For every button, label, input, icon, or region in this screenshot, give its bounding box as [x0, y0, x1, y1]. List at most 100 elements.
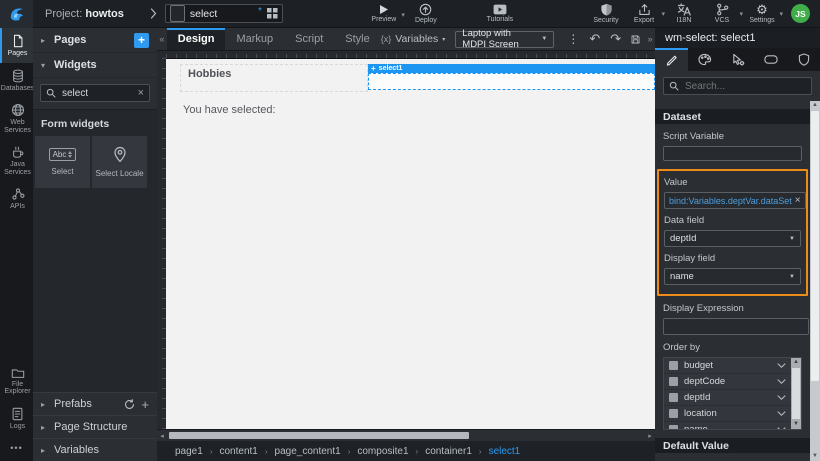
sidebar-item-file-explorer[interactable]: File Explorer: [0, 361, 33, 401]
display-expression-input[interactable]: [668, 320, 804, 333]
export-button[interactable]: Export ▾: [629, 3, 659, 24]
breadcrumb-separator: ›: [479, 447, 482, 456]
breadcrumb-content1[interactable]: content1: [219, 446, 257, 457]
scroll-down-icon[interactable]: ▼: [812, 452, 818, 461]
grid-icon[interactable]: [267, 8, 278, 19]
breadcrumb-composite1[interactable]: composite1: [357, 446, 408, 457]
data-field-select[interactable]: deptId ▼: [664, 230, 801, 247]
checkbox[interactable]: [669, 377, 678, 386]
scroll-left-icon[interactable]: ◂: [157, 432, 167, 440]
chevron-down-icon[interactable]: [777, 395, 786, 401]
design-canvas[interactable]: Hobbies + select1 You have selected:: [166, 58, 655, 429]
breadcrumb-container1[interactable]: container1: [425, 446, 472, 457]
chevron-down-icon[interactable]: [777, 411, 786, 417]
refresh-icon[interactable]: [124, 399, 135, 410]
collapse-left-panel-icon[interactable]: «: [157, 34, 167, 44]
sidebar-item-web-services[interactable]: Web Services: [0, 97, 33, 139]
page-structure-section-header[interactable]: ▸ Page Structure: [33, 415, 157, 438]
scrollbar-thumb[interactable]: [811, 111, 819, 381]
checkbox[interactable]: [669, 425, 678, 430]
tab-properties[interactable]: [655, 48, 688, 71]
widget-card-select-locale[interactable]: Select Locale: [92, 136, 147, 188]
order-by-option-deptcode[interactable]: deptCode: [664, 374, 791, 390]
scrollbar-thumb[interactable]: [169, 432, 469, 439]
breadcrumb-select1[interactable]: select1: [489, 446, 521, 457]
scroll-right-icon[interactable]: ▸: [645, 432, 655, 440]
tab-styles[interactable]: [688, 48, 721, 71]
sidebar-item-logs[interactable]: Logs: [0, 401, 33, 436]
scrollbar-thumb[interactable]: [792, 368, 800, 419]
display-field-select[interactable]: name ▼: [664, 268, 801, 285]
dropdown-arrow-icon: ▼: [789, 236, 795, 242]
prefabs-section-header[interactable]: ▸ Prefabs +: [33, 392, 157, 415]
app-logo[interactable]: [0, 0, 33, 28]
tab-security-props[interactable]: [787, 48, 820, 71]
vcs-button[interactable]: VCS ▾: [707, 3, 737, 24]
checkbox[interactable]: [669, 409, 678, 418]
sidebar-item-java-services[interactable]: Java Services: [0, 139, 33, 181]
redo-icon[interactable]: ↷: [610, 31, 621, 47]
select1-input[interactable]: [368, 73, 655, 90]
page-tab-select[interactable]: select *: [165, 4, 283, 23]
add-prefab-icon[interactable]: +: [141, 397, 149, 412]
order-by-option-name[interactable]: name: [664, 422, 791, 430]
widget-breadcrumb: page1 › content1 › page_content1 › compo…: [157, 441, 655, 461]
chevron-down-icon[interactable]: [777, 363, 786, 369]
variables-dropdown[interactable]: {x} Variables ▾: [381, 33, 446, 45]
pages-section-header[interactable]: ▸ Pages +: [33, 28, 157, 53]
canvas-horizontal-scrollbar[interactable]: ◂ ▸: [157, 429, 655, 441]
tab-script[interactable]: Script: [284, 28, 334, 50]
breadcrumb-page1[interactable]: page1: [175, 446, 203, 457]
value-field[interactable]: bind:Variables.deptVar.dataSet ×: [664, 192, 806, 209]
sidebar-item-pages[interactable]: Pages: [0, 28, 33, 63]
collapse-right-panel-icon[interactable]: »: [645, 34, 655, 44]
more-options-icon[interactable]: •••: [0, 435, 33, 461]
tab-events[interactable]: [721, 48, 754, 71]
i18n-button[interactable]: I18N: [669, 3, 699, 24]
scroll-up-icon[interactable]: ▲: [793, 358, 799, 367]
checkbox[interactable]: [669, 393, 678, 402]
more-actions-icon[interactable]: ⋮: [567, 32, 579, 46]
tab-style[interactable]: Style: [334, 28, 380, 50]
order-by-option-budget[interactable]: budget: [664, 358, 791, 374]
tab-markup[interactable]: Markup: [225, 28, 284, 50]
deploy-button[interactable]: Deploy: [411, 3, 441, 24]
preview-button[interactable]: Preview ▾: [369, 4, 399, 23]
clear-search-icon[interactable]: ×: [138, 87, 144, 99]
properties-scrollbar[interactable]: ▲ ▼: [810, 101, 820, 461]
select1-widget[interactable]: + select1: [368, 64, 655, 92]
widget-card-select[interactable]: Abc Select: [35, 136, 90, 188]
breadcrumb-page-content1[interactable]: page_content1: [275, 446, 341, 457]
order-by-option-location[interactable]: location: [664, 406, 791, 422]
chevron-down-icon[interactable]: [777, 427, 786, 431]
order-by-option-deptid[interactable]: deptId: [664, 390, 791, 406]
sidebar-item-databases[interactable]: Databases: [0, 63, 33, 98]
clear-binding-icon[interactable]: ×: [795, 195, 801, 206]
dataset-section-header[interactable]: Dataset: [655, 109, 810, 124]
variables-section-header[interactable]: ▸ Variables: [33, 438, 157, 461]
selected-widget-tag[interactable]: + select1: [368, 64, 655, 73]
properties-search-input[interactable]: [683, 80, 806, 93]
widget-search-input[interactable]: [60, 87, 134, 100]
checkbox[interactable]: [669, 361, 678, 370]
settings-button[interactable]: ⚙ Settings ▾: [747, 3, 777, 24]
sidebar-item-apis[interactable]: APIs: [0, 181, 33, 216]
add-page-button[interactable]: +: [134, 33, 149, 48]
user-avatar[interactable]: JS: [791, 4, 810, 23]
tab-device[interactable]: [754, 48, 787, 71]
script-variable-input[interactable]: [668, 147, 797, 160]
chevron-down-icon[interactable]: [777, 379, 786, 385]
undo-icon[interactable]: ↶: [589, 31, 600, 47]
order-by-scrollbar[interactable]: ▲ ▼: [791, 358, 801, 429]
security-button[interactable]: Security: [591, 3, 621, 24]
save-icon[interactable]: [631, 33, 640, 46]
page-icon: [170, 5, 185, 22]
widgets-section-header[interactable]: ▾ Widgets: [33, 53, 157, 78]
scroll-up-icon[interactable]: ▲: [812, 101, 818, 110]
default-value-section-header[interactable]: Default Value: [655, 438, 810, 453]
device-selector[interactable]: Laptop with MDPI Screen ▼: [455, 31, 554, 48]
tutorials-button[interactable]: Tutorials: [485, 4, 515, 23]
tab-design[interactable]: Design: [167, 28, 226, 50]
hobbies-label[interactable]: Hobbies: [180, 64, 368, 92]
scroll-down-icon[interactable]: ▼: [793, 420, 799, 429]
